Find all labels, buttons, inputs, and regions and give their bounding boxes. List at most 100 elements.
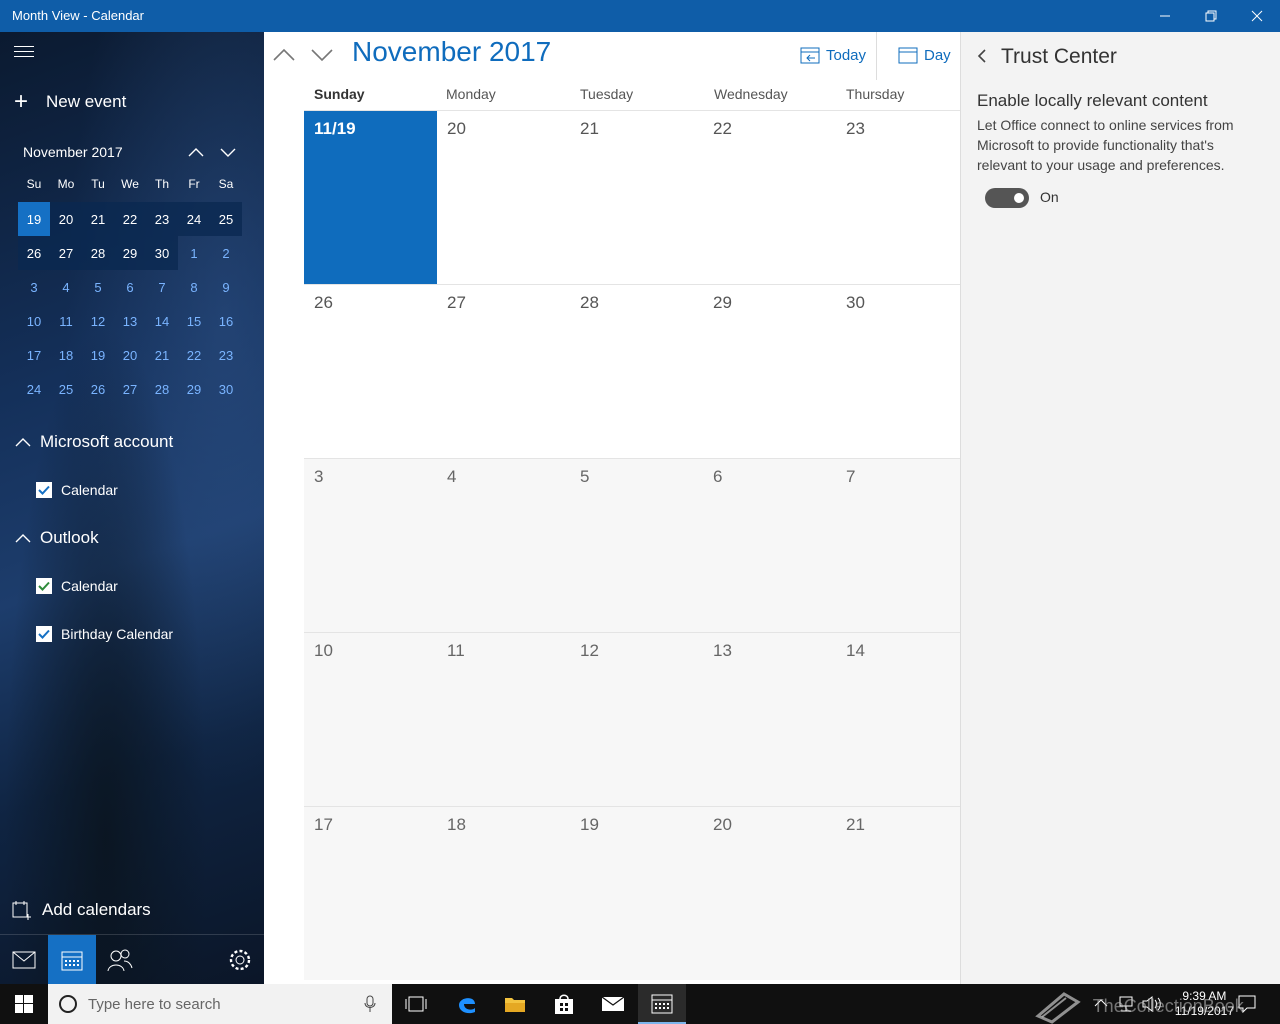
mini-day[interactable]: 11 [50,304,82,338]
month-title[interactable]: November 2017 [352,36,551,68]
mini-day[interactable]: 18 [50,338,82,372]
mini-day[interactable]: 22 [178,338,210,372]
mini-day[interactable]: 3 [18,270,50,304]
calendar-app-button[interactable] [638,984,686,1024]
mini-day[interactable]: 29 [178,372,210,406]
day-cell[interactable]: 13 [703,633,836,807]
microphone-icon[interactable] [364,995,376,1013]
day-cell[interactable]: 7 [836,459,960,633]
day-cell[interactable]: 27 [437,285,570,459]
mini-day[interactable]: 23 [146,202,178,236]
mini-day[interactable]: 22 [114,202,146,236]
day-cell[interactable]: 30 [836,285,960,459]
day-cell[interactable]: 3 [304,459,437,633]
mini-day[interactable]: 21 [82,202,114,236]
mini-day[interactable]: 15 [178,304,210,338]
locally-relevant-content-toggle[interactable] [985,188,1029,208]
calendar-button[interactable] [48,935,96,984]
day-cell[interactable]: 19 [570,807,703,981]
day-cell[interactable]: 4 [437,459,570,633]
day-cell[interactable]: 26 [304,285,437,459]
mail-app-button[interactable] [589,984,637,1024]
today-button[interactable]: Today [800,46,866,64]
task-view-button[interactable] [392,984,440,1024]
minimize-button[interactable] [1142,0,1188,32]
mini-day[interactable]: 2 [210,236,242,270]
taskbar-search-box[interactable]: Type here to search [48,984,392,1024]
day-cell[interactable]: 18 [437,807,570,981]
mail-button[interactable] [0,935,48,984]
edge-button[interactable] [443,984,491,1024]
mini-day[interactable]: 26 [18,236,50,270]
mini-day[interactable]: 5 [82,270,114,304]
mini-day[interactable]: 19 [82,338,114,372]
view-switcher-button[interactable]: Day [898,46,951,64]
settings-button[interactable] [216,935,264,984]
calendar-item-birthday-calendar[interactable]: Birthday Calendar [36,626,173,642]
mini-calendar-header[interactable]: November 2017 [23,144,123,160]
mini-day[interactable]: 16 [210,304,242,338]
mini-day[interactable]: 17 [18,338,50,372]
mini-day[interactable]: 24 [178,202,210,236]
next-month-icon[interactable] [310,46,334,64]
day-cell[interactable]: 29 [703,285,836,459]
people-button[interactable] [96,935,144,984]
day-cell[interactable]: 20 [703,807,836,981]
new-event-button[interactable]: + New event [14,90,126,114]
mini-day[interactable]: 6 [114,270,146,304]
mini-day[interactable]: 25 [50,372,82,406]
day-cell[interactable]: 28 [570,285,703,459]
mini-day-selected[interactable]: 19 [18,202,50,236]
mini-day[interactable]: 21 [146,338,178,372]
group-outlook[interactable]: Outlook [14,528,99,548]
mini-day[interactable]: 25 [210,202,242,236]
hamburger-menu-icon[interactable] [14,46,34,62]
mini-day[interactable]: 27 [50,236,82,270]
mini-day[interactable]: 7 [146,270,178,304]
mini-calendar-next-icon[interactable] [218,142,238,162]
mini-day[interactable]: 23 [210,338,242,372]
mini-day[interactable]: 14 [146,304,178,338]
mini-calendar-prev-icon[interactable] [186,142,206,162]
mini-day[interactable]: 13 [114,304,146,338]
checkbox-icon[interactable] [36,578,52,594]
restore-button[interactable] [1188,0,1234,32]
day-cell[interactable]: 22 [703,111,836,285]
day-cell[interactable]: 10 [304,633,437,807]
mini-day[interactable]: 9 [210,270,242,304]
checkbox-icon[interactable] [36,482,52,498]
mini-day[interactable]: 12 [82,304,114,338]
calendar-item-outlook-calendar[interactable]: Calendar [36,578,118,594]
mini-day[interactable]: 20 [50,202,82,236]
day-cell[interactable]: 14 [836,633,960,807]
mini-day[interactable]: 4 [50,270,82,304]
group-microsoft-account[interactable]: Microsoft account [14,432,173,452]
mini-day[interactable]: 20 [114,338,146,372]
mini-day[interactable]: 30 [210,372,242,406]
mini-day[interactable]: 30 [146,236,178,270]
day-cell[interactable]: 21 [836,807,960,981]
close-button[interactable] [1234,0,1280,32]
mini-day[interactable]: 27 [114,372,146,406]
mini-day[interactable]: 26 [82,372,114,406]
mini-day[interactable]: 1 [178,236,210,270]
day-cell[interactable]: 6 [703,459,836,633]
mini-day[interactable]: 28 [146,372,178,406]
prev-month-icon[interactable] [272,46,296,64]
day-cell[interactable]: 23 [836,111,960,285]
day-cell[interactable]: 12 [570,633,703,807]
start-button[interactable] [0,984,48,1024]
back-arrow-icon[interactable] [975,48,989,64]
mini-day[interactable]: 28 [82,236,114,270]
mini-day[interactable]: 24 [18,372,50,406]
add-calendars-button[interactable]: Add calendars [12,900,151,920]
store-button[interactable] [540,984,588,1024]
checkbox-icon[interactable] [36,626,52,642]
mini-day[interactable]: 10 [18,304,50,338]
file-explorer-button[interactable] [491,984,539,1024]
day-cell[interactable]: 11 [437,633,570,807]
mini-day[interactable]: 29 [114,236,146,270]
day-cell[interactable]: 20 [437,111,570,285]
calendar-item-microsoft-calendar[interactable]: Calendar [36,482,118,498]
day-cell[interactable]: 21 [570,111,703,285]
